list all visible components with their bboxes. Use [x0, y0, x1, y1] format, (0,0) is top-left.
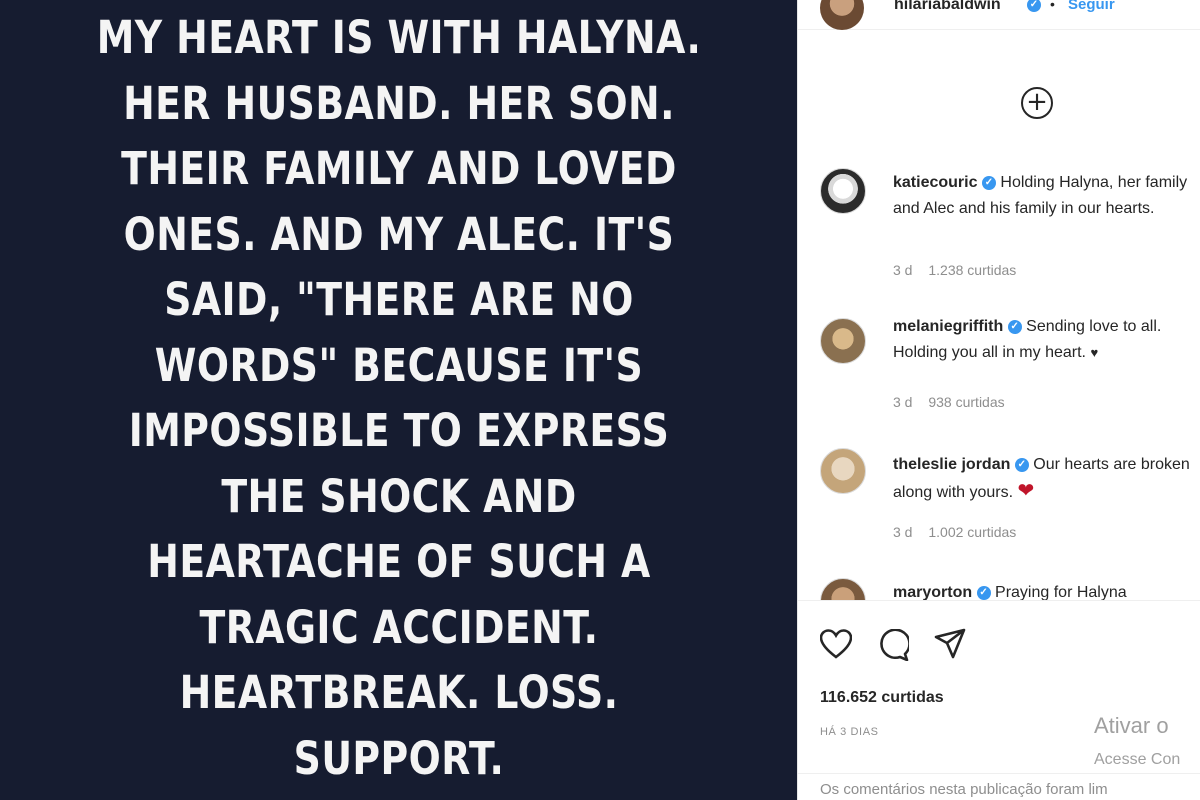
commenter-username[interactable]: theleslie jordan [893, 456, 1010, 473]
author-username[interactable]: hilariabaldwin [894, 0, 1001, 14]
comment-body: theleslie jordan ✓ Our hearts are broken… [893, 452, 1200, 506]
comment-item: maryorton ✓ Praying for Halyna [798, 566, 1200, 600]
post-likes-count[interactable]: 116.652 curtidas [820, 689, 944, 707]
comment-item: melaniegriffith ✓ Sending love to all. H… [798, 304, 1200, 434]
comments-list: katiecouric ✓ Holding Halyna, her family… [798, 150, 1200, 600]
verified-badge-icon: ✓ [1007, 319, 1022, 334]
post-side-panel: hilariabaldwin ✓ • Seguir + katiecouric … [797, 0, 1200, 800]
comment-meta: 3 d 1.238 curtidas [893, 262, 1016, 278]
follow-button[interactable]: Seguir [1068, 0, 1115, 13]
comment-body: maryorton ✓ Praying for Halyna [893, 580, 1200, 600]
paper-plane-icon[interactable] [934, 628, 966, 660]
comment-meta: 3 d 938 curtidas [893, 394, 1005, 410]
verified-badge-icon: ✓ [981, 175, 996, 190]
commenter-avatar[interactable] [820, 168, 866, 214]
post-date: HÁ 3 DIAS [820, 726, 879, 738]
comment-item: katiecouric ✓ Holding Halyna, her family… [798, 150, 1200, 280]
comments-disabled-text: Os comentários nesta publicação foram li… [820, 781, 1108, 798]
comment-likes[interactable]: 1.238 curtidas [928, 262, 1016, 278]
commenter-avatar[interactable] [820, 578, 866, 600]
plus-circle-icon[interactable]: + [1021, 87, 1053, 119]
verified-badge-icon: ✓ [1014, 457, 1029, 472]
commenter-username[interactable]: katiecouric [893, 174, 977, 191]
comment-icon[interactable] [877, 629, 909, 661]
comment-time: 3 d [893, 394, 913, 410]
verified-badge-icon: ✓ [1027, 0, 1041, 12]
verified-badge-icon: ✓ [976, 585, 991, 600]
comment-body: katiecouric ✓ Holding Halyna, her family… [893, 170, 1200, 222]
comment-time: 3 d [893, 262, 913, 278]
commenter-username[interactable]: melaniegriffith [893, 318, 1003, 335]
comment-meta: 3 d 1.002 curtidas [893, 524, 1016, 540]
comment-body: melaniegriffith ✓ Sending love to all. H… [893, 314, 1200, 366]
post-image-text: MY HEART IS WITH HALYNA. HER HUSBAND. HE… [96, 11, 701, 785]
activate-windows-subtext: Acesse Con [1094, 751, 1181, 768]
red-heart-emoji: ❤ [1017, 480, 1035, 502]
comment-item: theleslie jordan ✓ Our hearts are broken… [798, 434, 1200, 564]
heart-icon[interactable] [820, 629, 852, 659]
author-avatar[interactable] [820, 0, 864, 30]
commenter-avatar[interactable] [820, 318, 866, 364]
comment-likes[interactable]: 1.002 curtidas [928, 524, 1016, 540]
header-separator: • [1050, 0, 1055, 12]
heart-emoji: ♥ [1090, 345, 1099, 360]
comment-text: Praying for Halyna [995, 584, 1127, 600]
comment-likes[interactable]: 938 curtidas [928, 394, 1004, 410]
activate-windows-watermark: Ativar o [1094, 713, 1169, 738]
comment-time: 3 d [893, 524, 913, 540]
post-image: MY HEART IS WITH HALYNA. HER HUSBAND. HE… [0, 0, 797, 800]
commenter-username[interactable]: maryorton [893, 584, 972, 600]
post-actions: 116.652 curtidas HÁ 3 DIAS Ativar o Aces… [798, 600, 1200, 800]
comments-disabled-notice: Os comentários nesta publicação foram li… [798, 773, 1200, 800]
post-header: hilariabaldwin ✓ • Seguir [798, 0, 1200, 30]
commenter-avatar[interactable] [820, 448, 866, 494]
